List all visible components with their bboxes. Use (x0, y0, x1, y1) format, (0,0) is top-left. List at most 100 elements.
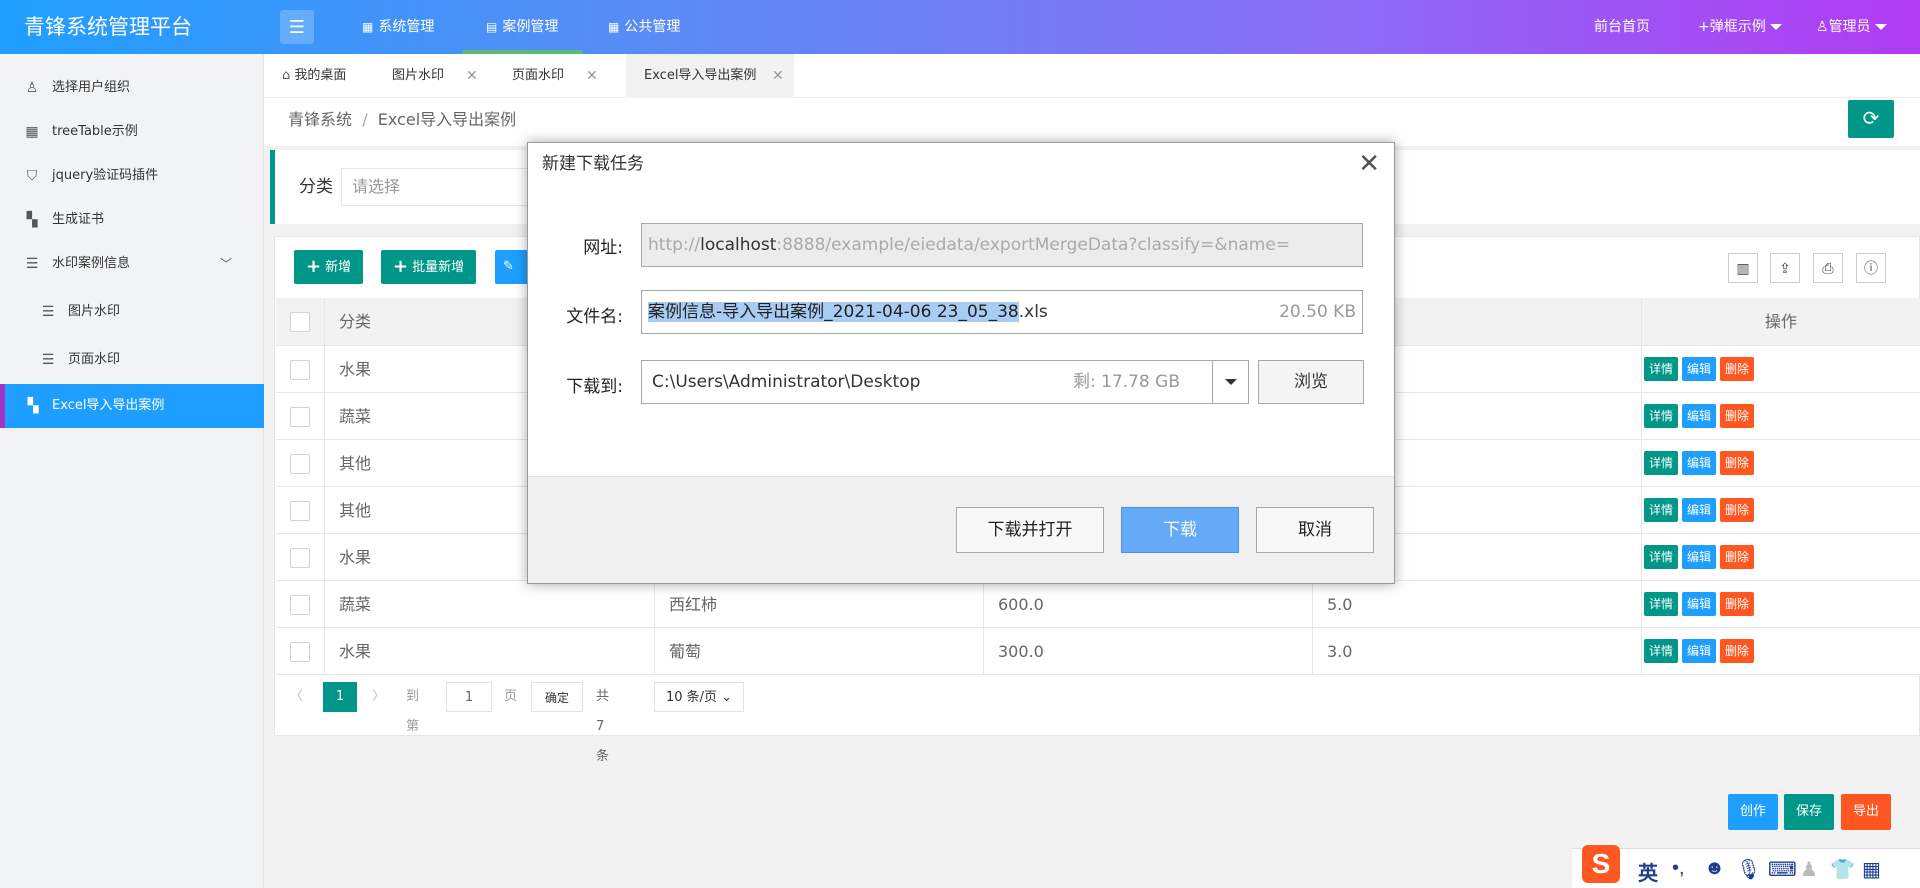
cancel-button[interactable]: 取消 (1256, 507, 1374, 553)
delete-button[interactable]: 删除 (1720, 451, 1755, 475)
sidebar: ♙ 选择用户组织 ▦ treeTable示例 ⛉ jquery验证码插件 ▚ 生成证书 … (0, 54, 264, 888)
edit-toolbar-button[interactable]: ✎ (495, 250, 529, 284)
browse-button[interactable]: 浏览 (1258, 360, 1364, 404)
sidebar-item-certificate[interactable]: ▚ 生成证书 (0, 198, 264, 242)
table-cell: 300.0 (983, 628, 1313, 675)
edit-button[interactable]: 编辑 (1682, 404, 1717, 428)
toolbox-icon[interactable]: ▦ (1862, 857, 1881, 882)
print-icon[interactable]: ⎙ (1813, 253, 1843, 283)
top-bar: 青锋系统管理平台 ☰ ▦ 系统管理 ▤ 案例管理 ▦ 公共管理 前台首页 +弹框示例 … (0, 0, 1920, 54)
edit-button[interactable]: 编辑 (1682, 545, 1717, 569)
sidebar-item-page-watermark[interactable]: ☰ 页面水印 (0, 338, 264, 382)
export-button[interactable]: 导出 (1841, 794, 1892, 830)
table-cell: 水果 (324, 628, 654, 675)
plus-icon: + (393, 256, 409, 277)
sidebar-item-treetable[interactable]: ▦ treeTable示例 (0, 110, 264, 154)
detail-button[interactable]: 详情 (1644, 592, 1679, 616)
sidebar-item-user-org[interactable]: ♙ 选择用户组织 (0, 66, 264, 110)
select-all-checkbox[interactable] (290, 312, 310, 332)
tab-image-watermark[interactable]: 图片水印 ✕ (374, 54, 494, 98)
save-button[interactable]: 保存 (1784, 794, 1835, 830)
delete-button[interactable]: 删除 (1720, 357, 1755, 381)
popup-menu[interactable]: +弹框示例 (1698, 0, 1782, 54)
row-checkbox[interactable] (290, 454, 310, 474)
user-menu[interactable]: ♙管理员 (1816, 0, 1887, 54)
detail-button[interactable]: 详情 (1644, 498, 1679, 522)
goto-confirm-button[interactable]: 确定 (531, 682, 583, 712)
url-field: http://localhost:8888/example/eiedata/ex… (641, 223, 1363, 267)
nav-system[interactable]: ▦ 系统管理 (362, 0, 434, 54)
table-cell: 5.0 (1312, 581, 1642, 628)
ime-language[interactable]: 英 (1638, 857, 1658, 886)
saveto-field[interactable]: C:\Users\Administrator\Desktop 剩: 17.78 G… (641, 360, 1249, 404)
breadcrumb: 青锋系统 / Excel导入导出案例 (288, 110, 517, 129)
delete-button[interactable]: 删除 (1720, 498, 1755, 522)
menu-toggle-icon[interactable]: ☰ (280, 10, 314, 44)
nav-case[interactable]: ▤ 案例管理 (462, 0, 583, 54)
columns-icon[interactable]: ▥ (1728, 253, 1758, 283)
next-page-icon[interactable]: 〉 (372, 682, 385, 712)
filename-field[interactable]: 案例信息-导入导出案例_2021-04-06 23_05_38.xls 20.50… (641, 290, 1363, 334)
emoji-icon[interactable]: ☻ (1704, 857, 1725, 880)
download-open-button[interactable]: 下载并打开 (956, 507, 1104, 553)
edit-button[interactable]: 编辑 (1682, 592, 1717, 616)
sidebar-item-watermark[interactable]: ☰ 水印案例信息 ﹀ (0, 242, 264, 286)
row-checkbox[interactable] (290, 595, 310, 615)
skin-icon[interactable]: 👕 (1830, 857, 1855, 882)
refresh-button[interactable]: ⟳ (1848, 100, 1894, 138)
table-icon: ▦ (25, 124, 39, 140)
table-row: 蔬菜 西红柿 600.0 5.0 详情 编辑 删除 (276, 581, 1920, 628)
sidebar-item-image-watermark[interactable]: ☰ 图片水印 (0, 290, 264, 334)
info-icon[interactable]: ⓘ (1856, 253, 1886, 283)
dialog-title: 新建下载任务 ✕ (528, 143, 1394, 185)
microphone-icon[interactable]: 🎙 (1736, 857, 1761, 882)
tab-desktop[interactable]: ⌂ 我的桌面 (264, 54, 374, 98)
row-actions: 详情 编辑 删除 (1644, 451, 1758, 475)
sidebar-item-captcha[interactable]: ⛉ jquery验证码插件 (0, 154, 264, 198)
batch-add-button[interactable]: + 批量新增 (381, 250, 477, 284)
export-icon[interactable]: ⇪ (1770, 253, 1800, 283)
delete-button[interactable]: 删除 (1720, 639, 1755, 663)
sidebar-item-excel[interactable]: ▚ Excel导入导出案例 (0, 384, 264, 428)
edit-button[interactable]: 编辑 (1682, 451, 1717, 475)
keyboard-icon[interactable]: ⌨ (1768, 857, 1797, 882)
path-dropdown[interactable] (1212, 361, 1248, 403)
row-checkbox[interactable] (290, 360, 310, 380)
close-icon[interactable]: ✕ (772, 54, 784, 98)
user-icon[interactable]: ♟ (1800, 857, 1818, 882)
detail-button[interactable]: 详情 (1644, 357, 1679, 381)
sogou-logo-icon[interactable]: S (1582, 845, 1620, 883)
row-actions: 详情 编辑 删除 (1644, 498, 1758, 522)
detail-button[interactable]: 详情 (1644, 451, 1679, 475)
free-space: 剩: 17.78 GB (1072, 372, 1180, 392)
create-button[interactable]: 创作 (1728, 794, 1779, 830)
close-icon[interactable]: ✕ (466, 54, 478, 98)
detail-button[interactable]: 详情 (1644, 639, 1679, 663)
delete-button[interactable]: 删除 (1720, 592, 1755, 616)
tab-page-watermark[interactable]: 页面水印 ✕ (494, 54, 614, 98)
edit-button[interactable]: 编辑 (1682, 498, 1717, 522)
row-checkbox[interactable] (290, 548, 310, 568)
delete-button[interactable]: 删除 (1720, 545, 1755, 569)
goto-page-input[interactable]: 1 (446, 682, 492, 712)
close-icon[interactable]: ✕ (586, 54, 598, 98)
prev-page-icon[interactable]: 〈 (290, 682, 303, 712)
filename-label: 文件名: (566, 307, 623, 327)
download-button[interactable]: 下载 (1121, 507, 1239, 553)
tab-excel[interactable]: Excel导入导出案例 ✕ (626, 54, 794, 98)
add-button[interactable]: + 新增 (294, 250, 364, 284)
page-size-select[interactable]: 10 条/页 ⌄ (654, 682, 744, 712)
detail-button[interactable]: 详情 (1644, 404, 1679, 428)
close-icon[interactable]: ✕ (1358, 149, 1380, 179)
row-checkbox[interactable] (290, 501, 310, 521)
detail-button[interactable]: 详情 (1644, 545, 1679, 569)
home-link[interactable]: 前台首页 (1594, 0, 1650, 54)
punctuation-icon[interactable]: •, (1672, 857, 1685, 880)
row-checkbox[interactable] (290, 642, 310, 662)
nav-public[interactable]: ▦ 公共管理 (608, 0, 680, 54)
edit-button[interactable]: 编辑 (1682, 639, 1717, 663)
row-checkbox[interactable] (290, 407, 310, 427)
page-1[interactable]: 1 (323, 682, 357, 712)
edit-button[interactable]: 编辑 (1682, 357, 1717, 381)
delete-button[interactable]: 删除 (1720, 404, 1755, 428)
